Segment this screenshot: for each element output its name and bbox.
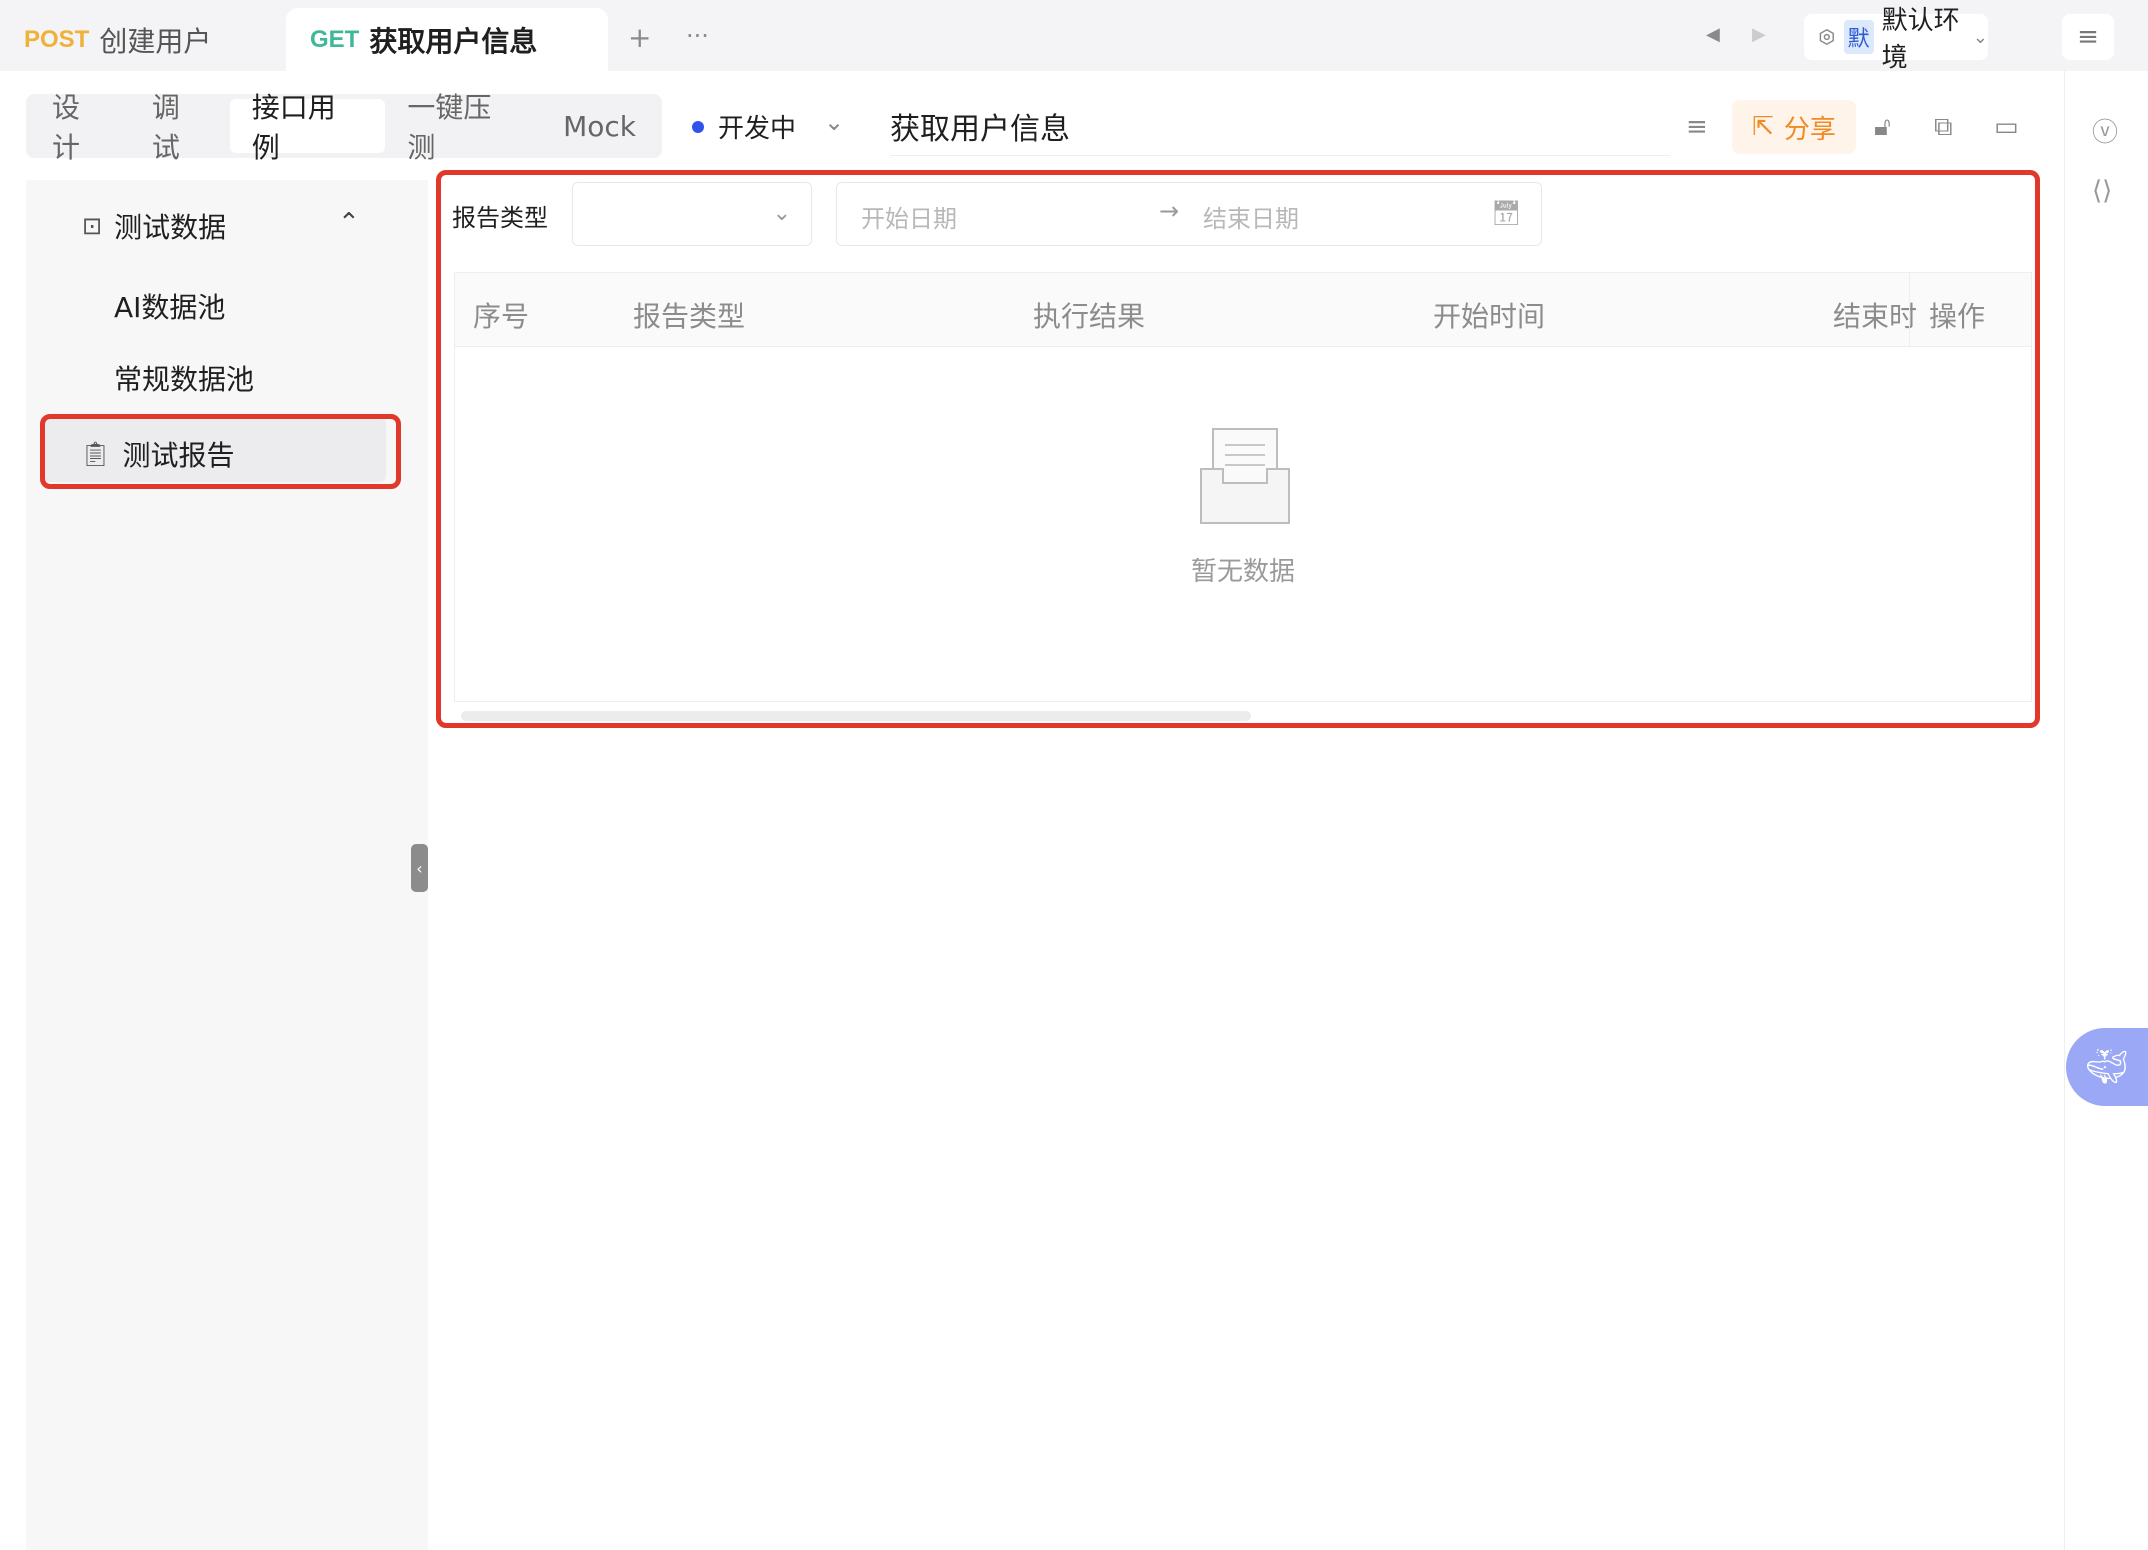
version-icon[interactable]: ⓥ (2092, 112, 2118, 149)
share-button[interactable]: ⇱ 分享 (1732, 100, 1856, 154)
status-label: 开发中 (718, 114, 797, 144)
clone-icon[interactable]: ⧉ (1934, 112, 1953, 143)
tab-get-user-info[interactable]: GET 获取用户信息 (286, 8, 608, 71)
tab-label: 创建用户 (99, 24, 212, 58)
add-tab-icon[interactable]: + (628, 24, 651, 52)
code-icon[interactable]: ⟨⟩ (2092, 176, 2112, 206)
sidebar-group-test-data[interactable]: ⊡ 测试数据 (82, 206, 226, 246)
share-label: 分享 (1783, 114, 1836, 145)
highlight-outline-report (40, 414, 401, 489)
tab-create-user[interactable]: POST 创建用户 (0, 8, 286, 71)
more-icon[interactable]: ··· (686, 24, 709, 48)
test-sidebar: ⊡ 测试数据 ⌃ AI数据池 常规数据池 📋︎ 测试报告 (26, 180, 428, 1550)
tab-mock[interactable]: Mock (541, 99, 658, 153)
env-name: 默认环境 (1881, 6, 1960, 73)
right-rail-divider (2064, 71, 2065, 1550)
menu-icon[interactable]: ≡ (2062, 14, 2114, 60)
sidebar-item-ai-pool[interactable]: AI数据池 (114, 286, 225, 326)
ai-assistant-button[interactable]: 🐳︎ (2066, 1028, 2148, 1106)
env-badge: 默 (1843, 20, 1874, 54)
prev-tab-icon[interactable]: ◀ (1706, 26, 1720, 44)
status-selector[interactable]: 开发中 (692, 108, 796, 145)
method-badge: POST (24, 25, 90, 53)
chevron-down-icon: ⌄ (1972, 26, 1988, 48)
collapse-sidebar-handle[interactable]: ‹ (411, 844, 428, 892)
edit-list-icon[interactable]: ≡ (1686, 112, 1708, 142)
status-dot (692, 120, 704, 133)
sidebar-item-label: AI数据池 (114, 291, 226, 324)
sidebar-group-label: 测试数据 (114, 211, 227, 244)
tab-design[interactable]: 设计 (30, 91, 130, 164)
archive-icon[interactable]: ▭ (1994, 112, 2019, 142)
chevron-down-icon[interactable]: ⌄ (824, 108, 844, 136)
chevron-up-icon[interactable]: ⌃ (338, 208, 360, 238)
tab-label: 获取用户信息 (369, 24, 538, 58)
request-tab-bar: POST 创建用户 GET 获取用户信息 + ··· ◀ ▶ 默 默认环境 ⌄ … (0, 0, 2148, 73)
tab-test-cases[interactable]: 接口用例 (229, 91, 386, 164)
endpoint-subtabs: 设计 调试 接口用例 一键压测 Mock (26, 91, 662, 164)
endpoint-name-input[interactable]: 获取用户信息 (890, 104, 1670, 156)
sidebar-item-label: 常规数据池 (114, 363, 255, 396)
next-tab-icon[interactable]: ▶ (1752, 26, 1766, 44)
environment-selector[interactable]: 默 默认环境 ⌄ (1804, 6, 1988, 73)
settings-icon (1819, 28, 1834, 46)
highlight-outline-table (436, 170, 2040, 728)
tab-debug[interactable]: 调试 (130, 91, 230, 164)
whale-icon: 🐳︎ (2085, 1047, 2129, 1087)
tab-stress-test[interactable]: 一键压测 (385, 91, 541, 164)
lock-icon[interactable]: 🔓︎ (1874, 112, 1891, 143)
sidebar-item-regular-pool[interactable]: 常规数据池 (114, 358, 254, 398)
method-badge: GET (310, 25, 360, 53)
share-icon: ⇱ (1752, 112, 1774, 142)
chart-icon: ⊡ (82, 212, 103, 240)
